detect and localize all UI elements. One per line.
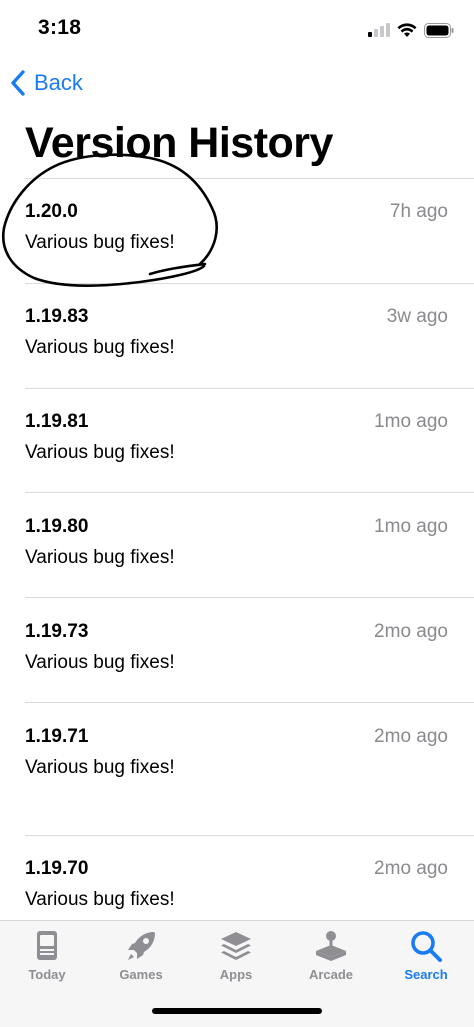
- version-number: 1.19.80: [25, 516, 89, 537]
- version-notes: Various bug fixes!: [25, 232, 175, 253]
- version-time: 2mo ago: [374, 621, 448, 642]
- version-row: 1.19.83 3w ago Various bug fixes!: [0, 305, 474, 385]
- tab-label: Games: [119, 967, 163, 982]
- tab-label: Apps: [219, 967, 253, 982]
- version-row: 1.19.73 2mo ago Various bug fixes!: [0, 620, 474, 700]
- version-notes: Various bug fixes!: [25, 652, 175, 673]
- version-row: 1.19.71 2mo ago Various bug fixes!: [0, 725, 474, 805]
- home-indicator: [152, 1008, 322, 1014]
- tab-today[interactable]: Today: [2, 929, 92, 999]
- cellular-signal-icon: [368, 23, 390, 37]
- version-notes: Various bug fixes!: [25, 337, 175, 358]
- version-time: 1mo ago: [374, 411, 448, 432]
- rocket-icon: [128, 932, 155, 960]
- divider: [25, 597, 474, 598]
- divider: [25, 178, 474, 179]
- divider: [25, 702, 474, 703]
- status-indicators: [368, 20, 454, 40]
- tab-label: Today: [28, 967, 66, 982]
- version-time: 3w ago: [386, 306, 448, 327]
- version-notes: Various bug fixes!: [25, 547, 175, 568]
- battery-icon: [424, 22, 454, 38]
- chevron-left-icon: [11, 70, 25, 96]
- status-time: 3:18: [38, 16, 82, 39]
- back-label: Back: [34, 70, 83, 95]
- version-row: 1.20.0 7h ago Various bug fixes!: [0, 200, 474, 280]
- joystick-icon: [316, 931, 346, 961]
- divider: [25, 388, 474, 389]
- version-number: 1.19.73: [25, 621, 89, 642]
- version-row: 1.19.81 1mo ago Various bug fixes!: [0, 410, 474, 490]
- divider: [25, 492, 474, 493]
- version-time: 2mo ago: [374, 858, 448, 879]
- version-notes: Various bug fixes!: [25, 442, 175, 463]
- stack-icon: [221, 932, 251, 960]
- status-bar: 3:18: [0, 0, 474, 58]
- version-number: 1.19.83: [25, 306, 89, 327]
- version-time: 2mo ago: [374, 726, 448, 747]
- version-time: 1mo ago: [374, 516, 448, 537]
- version-time: 7h ago: [389, 201, 448, 222]
- version-notes: Various bug fixes!: [25, 889, 175, 910]
- tab-label: Search: [404, 967, 448, 982]
- page-title: Version History: [25, 119, 333, 167]
- tab-games[interactable]: Games: [96, 929, 186, 999]
- tab-search[interactable]: Search: [381, 929, 471, 999]
- divider: [25, 283, 474, 284]
- back-button[interactable]: Back: [10, 66, 83, 100]
- version-number: 1.19.81: [25, 411, 89, 432]
- version-notes: Various bug fixes!: [25, 757, 175, 778]
- tab-apps[interactable]: Apps: [191, 929, 281, 999]
- tab-label: Arcade: [308, 967, 354, 982]
- today-icon: [37, 931, 57, 960]
- version-number: 1.19.71: [25, 726, 89, 747]
- search-icon: [411, 931, 442, 962]
- version-row: 1.19.80 1mo ago Various bug fixes!: [0, 515, 474, 595]
- version-number: 1.19.70: [25, 858, 89, 879]
- tab-arcade[interactable]: Arcade: [286, 929, 376, 999]
- divider: [25, 835, 474, 836]
- wifi-icon: [397, 22, 417, 37]
- version-number: 1.20.0: [25, 201, 78, 222]
